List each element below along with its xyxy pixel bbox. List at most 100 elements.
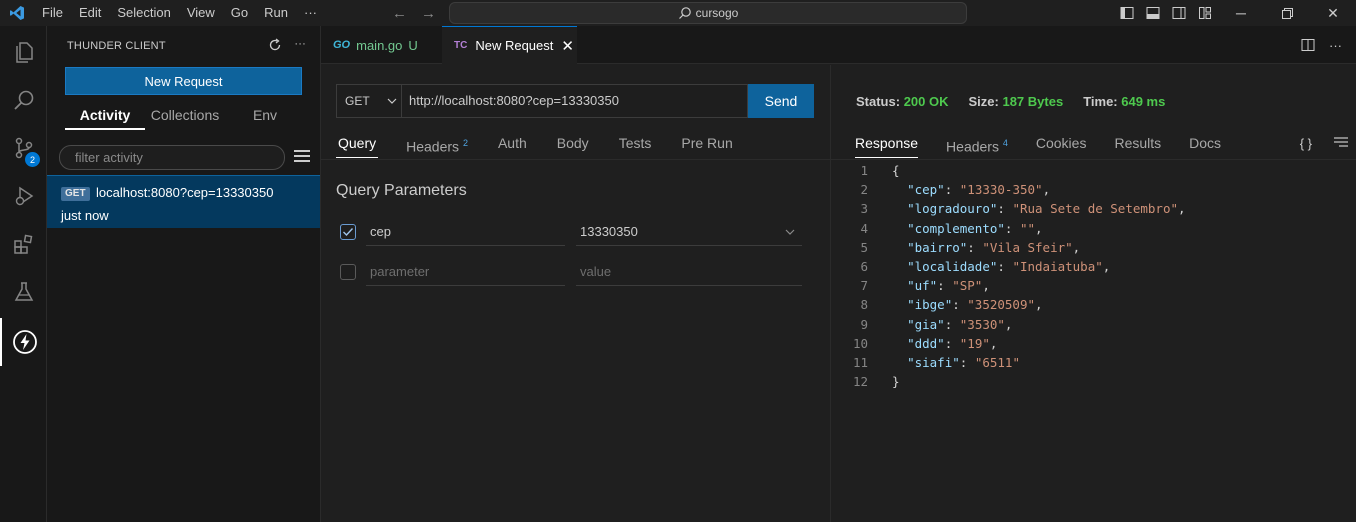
tab-headers-label: Headers [406, 138, 460, 155]
sidebar-header: THUNDER CLIENT ··· [47, 26, 320, 66]
code-line: 11 "siafi": "6511" [831, 353, 1356, 372]
customize-layout-icon[interactable] [1192, 0, 1218, 26]
menu-edit[interactable]: Edit [71, 0, 109, 26]
menu-file[interactable]: File [34, 0, 71, 26]
forward-arrow-icon[interactable]: → [421, 5, 436, 22]
check-icon [343, 228, 354, 237]
tab-headers[interactable]: Headers 2 [404, 134, 470, 158]
param-value-input[interactable]: value [576, 257, 802, 286]
code-text: "uf": "SP", [907, 278, 990, 294]
menu-go[interactable]: Go [223, 0, 256, 26]
tab-cookies[interactable]: Cookies [1036, 134, 1087, 158]
menu-run[interactable]: Run [256, 0, 296, 26]
explorer-icon[interactable] [0, 28, 47, 76]
split-editor-icon[interactable] [1301, 38, 1315, 55]
menu-lines-icon[interactable] [1334, 136, 1348, 151]
thunder-client-tab-icon: TC [454, 40, 468, 51]
url-input[interactable]: http://localhost:8080?cep=13330350 [402, 84, 748, 118]
tab-new-request[interactable]: TC New Request ✕ [442, 26, 577, 64]
param-name-input[interactable]: parameter [366, 257, 565, 286]
param-checkbox[interactable] [340, 224, 356, 240]
size-value: 187 Bytes [1002, 94, 1064, 109]
tab-collections[interactable]: Collections [145, 104, 225, 130]
size-info: Size: 187 Bytes [969, 94, 1064, 109]
tab-tests[interactable]: Tests [617, 134, 654, 158]
json-comma: , [1178, 201, 1186, 217]
close-window-icon[interactable]: ✕ [1310, 0, 1356, 26]
thunder-client-icon[interactable] [0, 318, 47, 366]
response-tabs: Response Headers 4 Cookies Results Docs [855, 134, 1249, 158]
json-value: "19" [959, 335, 990, 351]
json-value: "Indaiatuba" [1012, 258, 1103, 274]
code-line: 1{ [831, 161, 1356, 180]
title-bar-controls: ─ ✕ [1114, 0, 1356, 26]
method-select[interactable]: GET [336, 84, 402, 118]
filter-activity-input[interactable]: filter activity [59, 145, 285, 170]
editor-more-icon[interactable]: ··· [1329, 38, 1342, 55]
editor-actions: ··· [1301, 38, 1342, 55]
code-line: 12} [831, 372, 1356, 391]
code-line: 3 "logradouro": "Rua Sete de Setembro", [831, 199, 1356, 218]
menu-selection[interactable]: Selection [109, 0, 178, 26]
param-value-input[interactable]: 13330350 [576, 217, 802, 246]
toggle-panel-icon[interactable] [1140, 0, 1166, 26]
tab-response[interactable]: Response [855, 134, 919, 158]
new-request-button[interactable]: New Request [65, 67, 302, 95]
command-center[interactable]: cursogo [449, 2, 967, 24]
code-text: "bairro": "Vila Sfeir", [907, 239, 1081, 255]
line-number: 7 [860, 278, 868, 294]
format-braces-icon[interactable]: { } [1300, 136, 1312, 151]
search-activity-icon[interactable] [0, 76, 47, 124]
tab-env[interactable]: Env [225, 104, 305, 130]
tab-activity[interactable]: Activity [65, 104, 145, 130]
chevron-down-icon [387, 98, 397, 104]
toggle-secondary-sidebar-icon[interactable] [1166, 0, 1192, 26]
tab-body[interactable]: Body [555, 134, 591, 158]
toggle-primary-sidebar-icon[interactable] [1114, 0, 1140, 26]
chevron-down-icon[interactable] [784, 226, 796, 238]
tab-main-go[interactable]: GO main.go U [321, 26, 441, 64]
vscode-logo-icon [0, 0, 34, 26]
code-text: { [892, 163, 900, 178]
tab-results[interactable]: Results [1114, 134, 1161, 158]
source-control-icon[interactable]: 2 [0, 124, 47, 172]
more-actions-icon[interactable]: ··· [294, 38, 306, 55]
sidebar-tabs: Activity Collections Env [65, 104, 305, 130]
back-arrow-icon[interactable]: ← [392, 5, 407, 22]
menu-view[interactable]: View [179, 0, 223, 26]
response-body[interactable]: 1{ 2 "cep": "13330-350", 3 "logradouro":… [831, 161, 1356, 391]
extensions-icon[interactable] [0, 220, 47, 268]
json-comma: , [1035, 220, 1043, 236]
menu-more[interactable]: ··· [296, 0, 325, 26]
tab-label: New Request [475, 38, 554, 53]
source-control-badge: 2 [25, 152, 40, 167]
line-number: 9 [860, 316, 868, 332]
tab-pre-run[interactable]: Pre Run [679, 134, 734, 158]
send-button[interactable]: Send [748, 84, 814, 118]
close-icon[interactable]: ✕ [561, 37, 574, 55]
filter-menu-icon[interactable] [294, 150, 310, 165]
json-comma: , [1042, 182, 1051, 198]
json-key: "localidade" [907, 258, 998, 274]
restore-icon[interactable] [1264, 0, 1310, 26]
activity-bar: 2 [0, 26, 47, 522]
line-number: 12 [852, 374, 868, 390]
run-debug-icon[interactable] [0, 172, 47, 220]
tab-label: main.go [356, 37, 403, 53]
line-number: 6 [860, 258, 868, 274]
tab-auth[interactable]: Auth [496, 134, 529, 158]
json-comma: , [982, 278, 990, 294]
activity-list-item[interactable]: GET localhost:8080?cep=13330350 just now [47, 175, 320, 228]
param-checkbox[interactable] [340, 264, 356, 280]
param-name-input[interactable]: cep [366, 217, 565, 246]
refresh-icon[interactable] [268, 38, 282, 55]
tab-docs[interactable]: Docs [1189, 134, 1221, 158]
response-status-bar: Status: 200 OK Size: 187 Bytes Time: 649… [856, 94, 1165, 109]
tab-query[interactable]: Query [336, 134, 379, 158]
command-center-text: cursogo [695, 6, 739, 20]
divider [321, 159, 830, 160]
minimize-icon[interactable]: ─ [1218, 0, 1264, 26]
tab-response-headers[interactable]: Headers 4 [946, 134, 1008, 158]
testing-flask-icon[interactable] [0, 268, 47, 316]
json-key: "cep" [907, 182, 945, 198]
